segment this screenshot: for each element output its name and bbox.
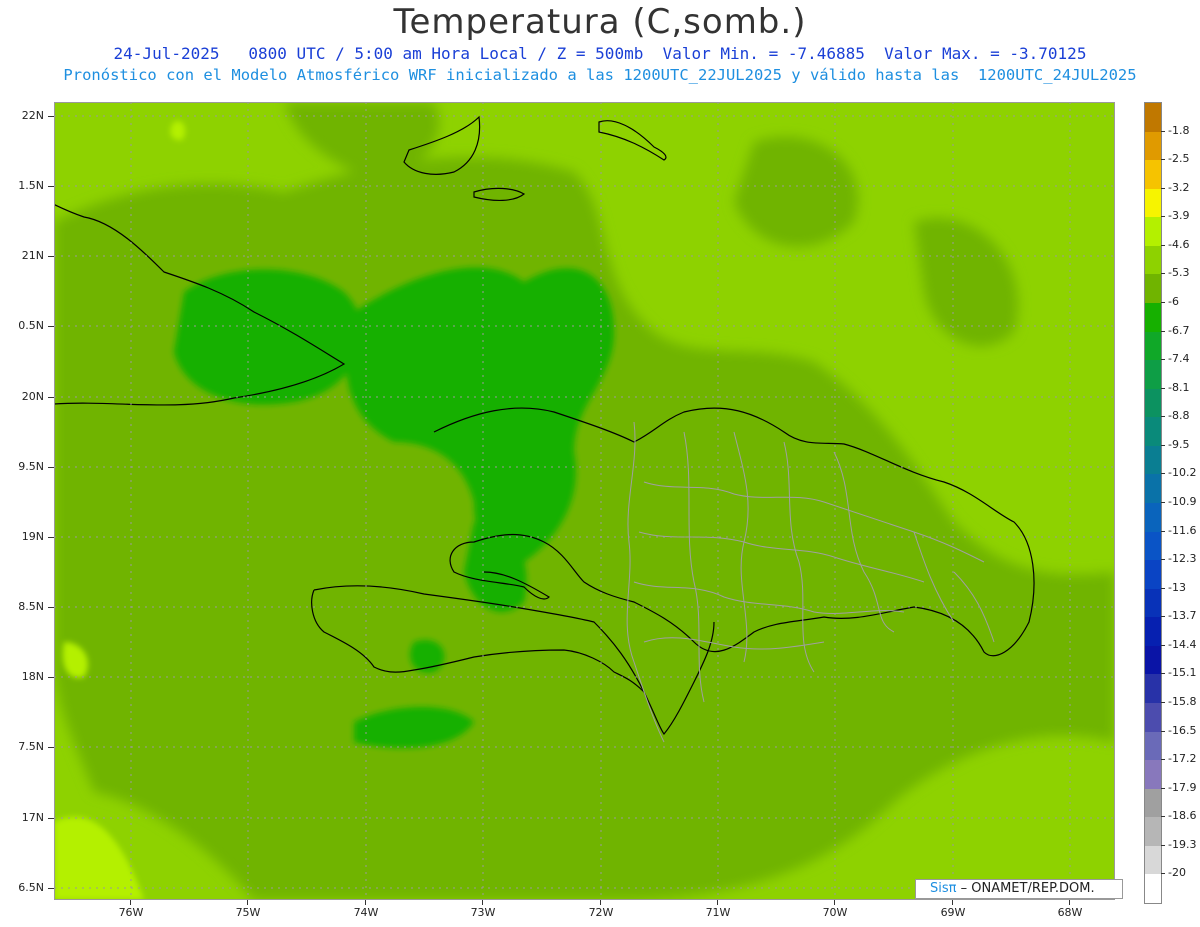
legend-swatch: [1145, 645, 1161, 675]
lon-tick-label: 72W: [581, 900, 621, 919]
legend-label: -3.2: [1160, 180, 1190, 194]
legend-label: -1.8: [1160, 123, 1190, 137]
legend-label: -13.7: [1160, 609, 1197, 623]
lat-tick-label: 1.5N: [0, 179, 54, 192]
lat-tick-label: 8.5N: [0, 600, 54, 613]
legend-label: -5.3: [1160, 266, 1190, 280]
legend-label: -15.1: [1160, 666, 1197, 680]
credit-box: Sisπ – ONAMET/REP.DOM.: [915, 879, 1123, 899]
map-canvas: [54, 102, 1115, 900]
legend-label: -6: [1161, 295, 1179, 308]
legend-label: -18.6: [1160, 809, 1197, 823]
lat-tick-label: 6.5N: [0, 881, 54, 894]
lat-tick-label: 21N: [0, 249, 54, 262]
credit-text: – ONAMET/REP.DOM.: [960, 881, 1095, 896]
legend-swatch: [1145, 874, 1161, 904]
legend-label: -17.2: [1160, 752, 1197, 766]
lon-tick-label: 73W: [463, 900, 503, 919]
legend-label: -13: [1161, 580, 1186, 594]
map-title: Temperatura (C,somb.): [393, 2, 807, 42]
legend-label: -19.3: [1160, 837, 1197, 851]
legend-swatch: [1145, 188, 1161, 218]
legend-label: -7.4: [1160, 352, 1190, 366]
legend-label: -8.8: [1160, 409, 1190, 423]
lat-tick-label: 19N: [0, 530, 54, 543]
legend-swatch: [1145, 674, 1161, 704]
legend-label: -15.8: [1160, 695, 1197, 708]
lon-tick-label: 70W: [815, 900, 855, 919]
legend-label: -14.4: [1160, 637, 1197, 651]
legend-label: -10.9: [1160, 495, 1197, 508]
lon-tick-label: 75W: [228, 900, 268, 919]
legend-swatch: [1145, 588, 1161, 618]
legend-swatch: [1145, 760, 1161, 790]
lat-tick-label: 20N: [0, 390, 54, 403]
legend-label: -9.5: [1160, 437, 1190, 451]
legend-swatch: [1145, 160, 1161, 190]
legend-swatch: [1145, 531, 1161, 561]
legend-label: -11.6: [1160, 523, 1197, 537]
legend-label: -6.7: [1160, 323, 1190, 337]
legend-swatch: [1145, 245, 1161, 275]
legend-swatch: [1145, 131, 1161, 161]
lat-tick-label: 18N: [0, 670, 54, 683]
lat-tick-label: 0.5N: [0, 319, 54, 332]
sispi-logo: Sisπ: [930, 881, 957, 896]
legend-swatch: [1145, 617, 1161, 647]
map-subtitle-model: Pronóstico con el Modelo Atmosférico WRF…: [63, 66, 1137, 84]
legend-label: -3.9: [1160, 209, 1190, 223]
legend-label: -17.9: [1160, 780, 1197, 794]
lat-tick-label: 9.5N: [0, 460, 54, 473]
legend-label: -20: [1161, 866, 1186, 880]
legend-swatch: [1145, 445, 1161, 475]
legend-swatch: [1145, 388, 1161, 418]
legend-swatch: [1145, 217, 1161, 247]
map-subtitle-time: 24-Jul-2025 0800 UTC / 5:00 am Hora Loca…: [113, 44, 1087, 63]
legend-label: -12.3: [1160, 552, 1197, 566]
color-legend: [1144, 102, 1162, 904]
legend-swatch: [1145, 331, 1161, 361]
lat-tick-label: 17N: [0, 811, 54, 824]
legend-label: -4.6: [1160, 237, 1190, 251]
legend-swatch: [1145, 731, 1161, 761]
legend-swatch: [1145, 703, 1161, 733]
legend-swatch: [1145, 817, 1161, 847]
lon-tick-label: 69W: [933, 900, 973, 919]
temperature-map[interactable]: [54, 102, 1115, 900]
lon-tick-label: 68W: [1050, 900, 1090, 919]
legend-label: -8.1: [1160, 380, 1190, 394]
legend-label: -16.5: [1160, 723, 1197, 737]
legend-swatch: [1145, 274, 1161, 304]
lon-tick-label: 74W: [346, 900, 386, 919]
legend-label: -10.2: [1160, 466, 1197, 480]
legend-swatch: [1145, 560, 1161, 590]
legend-swatch: [1145, 360, 1161, 390]
legend-swatch: [1145, 303, 1161, 333]
lat-tick-label: 22N: [0, 109, 54, 122]
legend-label: -2.5: [1160, 152, 1190, 166]
lat-tick-label: 7.5N: [0, 740, 54, 753]
legend-swatch: [1145, 474, 1161, 504]
lon-tick-label: 76W: [111, 900, 151, 919]
lon-tick-label: 71W: [698, 900, 738, 919]
legend-swatch: [1145, 103, 1161, 133]
legend-swatch: [1145, 503, 1161, 533]
legend-swatch: [1145, 845, 1161, 875]
legend-swatch: [1145, 417, 1161, 447]
legend-swatch: [1145, 788, 1161, 818]
